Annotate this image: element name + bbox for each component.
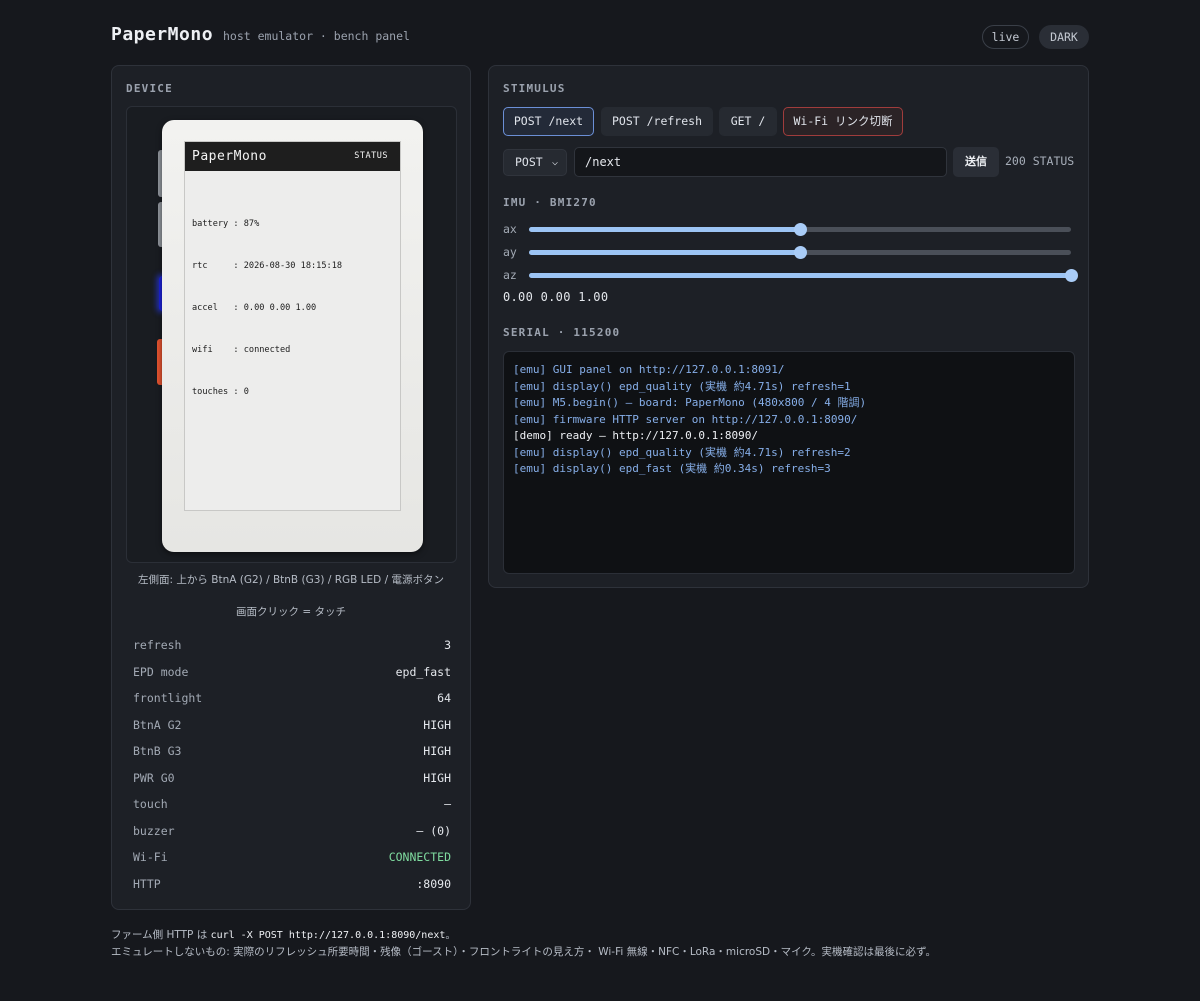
curl-command: curl -X POST http://127.0.0.1:8090/next [210,930,446,941]
imu-slider-ay: ay [503,244,1073,260]
slider-thumb[interactable] [793,246,807,259]
status-key: touch [133,797,168,811]
slider-fill [529,227,800,232]
imu-readout: 0.00 0.00 1.00 [503,290,609,304]
device-preview: PaperMono STATUS battery : 87% rtc : 202… [126,106,457,563]
post-refresh-button[interactable]: POST /refresh [601,107,713,136]
status-row-refresh: refresh 3 [133,632,451,659]
slider-thumb[interactable] [1064,269,1078,282]
status-row-frontlight: frontlight 64 [133,685,451,712]
status-value: HIGH [423,770,451,785]
status-key: BtnB G3 [133,744,182,758]
device-caption: 左側面: 上から BtnA (G2) / BtnB (G3) / RGB LED… [138,574,444,586]
imu-slider-ax: ax [503,221,1073,237]
status-value: 64 [437,691,451,705]
status-value: :8090 [416,876,451,891]
device-panel: DEVICE PaperMono STATUS battery : 87% rt… [111,65,471,910]
stimulus-panel: STIMULUS POST /next POST /refresh GET / … [488,65,1089,588]
footer-prefix: ファーム側 HTTP は [111,929,211,941]
screen-status: STATUS [354,151,388,161]
ax-slider[interactable] [529,223,1071,236]
screen-lines: battery : 87% rtc : 2026-08-30 18:15:18 … [192,189,342,427]
footer-suffix: 。 [445,929,456,941]
screen-line: touches : 0 [192,387,249,397]
status-key: EPD mode [133,664,189,679]
status-row-pwr: PWR G0 HIGH [133,765,451,792]
serial-line: [emu] GUI panel on http://127.0.0.1:8091… [513,363,785,376]
screen-title: PaperMono [192,149,267,164]
screen-line: rtc : 2026-08-30 18:15:18 [192,261,343,271]
status-value: HIGH [423,744,451,758]
chevron-down-icon: ⌵ [551,157,558,168]
wifi-disconnect-button[interactable]: Wi-Fi リンク切断 [783,107,903,136]
send-button[interactable]: 送信 [953,147,999,177]
get-root-button[interactable]: GET / [719,107,777,136]
serial-line: [emu] display() epd_quality (実機 約4.71s) … [513,379,851,393]
imu-slider-az: az [503,267,1078,283]
post-next-button[interactable]: POST /next [503,107,594,136]
epd-screen[interactable]: PaperMono STATUS battery : 87% rtc : 202… [184,141,401,511]
slider-label: ay [503,245,517,259]
status-key: frontlight [133,691,203,705]
live-toggle[interactable]: live [982,25,1029,49]
theme-toggle[interactable]: DARK [1039,25,1089,49]
serial-section-label: SERIAL · 115200 [503,326,621,339]
status-key: HTTP [133,876,161,891]
status-row-wifi: Wi-Fi CONNECTED [133,844,451,871]
status-value: — [444,797,451,811]
screen-line: battery : 87% [192,219,260,229]
device-body: PaperMono STATUS battery : 87% rtc : 202… [162,120,423,552]
status-row-btna: BtnA G2 HIGH [133,712,451,739]
az-slider[interactable] [529,269,1078,282]
serial-line: [emu] display() epd_fast (実機 約0.34s) ref… [513,462,831,475]
status-row-epd-mode: EPD mode epd_fast [133,659,451,686]
slider-label: ax [503,222,517,236]
status-row-buzzer: buzzer — (0) [133,818,451,845]
slider-fill [529,250,800,255]
status-row-touch: touch — [133,791,451,818]
slider-label: az [503,268,517,282]
screen-header: PaperMono STATUS [185,142,400,171]
device-section-label: DEVICE [126,82,173,95]
method-value: POST [515,155,543,169]
imu-section-label: IMU · BMI270 [503,196,597,209]
wifi-status-badge: CONNECTED [388,850,451,864]
footer: ファーム側 HTTP は curl -X POST http://127.0.0… [111,927,936,960]
footer-line-2: エミュレートしないもの: 実際のリフレッシュ所要時間・残像（ゴースト）・フロント… [111,946,937,958]
status-key: buzzer [133,823,175,838]
app-subtitle: host emulator · bench panel [223,29,410,43]
status-table: refresh 3 EPD mode epd_fast frontlight 6… [133,632,451,897]
status-row-http: HTTP :8090 [133,871,451,898]
ay-slider[interactable] [529,246,1071,259]
footer-line-1: ファーム側 HTTP は curl -X POST http://127.0.0… [111,927,936,944]
status-key: Wi-Fi [133,850,168,864]
status-value: epd_fast [395,664,451,679]
status-value: 3 [444,638,451,652]
serial-line: [emu] M5.begin() — board: PaperMono (480… [513,396,867,409]
method-select[interactable]: POST ⌵ [503,149,567,176]
status-row-btnb: BtnB G3 HIGH [133,738,451,765]
status-value: HIGH [423,717,451,732]
slider-fill [529,273,1071,278]
status-value: — (0) [416,823,451,838]
stimulus-section-label: STIMULUS [503,82,566,95]
screen-line: accel : 0.00 0.00 1.00 [192,303,317,313]
status-key: refresh [133,638,182,652]
touch-caption: 画面クリック = タッチ [236,606,346,618]
serial-log[interactable]: [emu] GUI panel on http://127.0.0.1:8091… [503,351,1075,574]
serial-line: [demo] ready — http://127.0.0.1:8090/ [513,429,759,442]
slider-thumb[interactable] [793,223,807,236]
serial-line: [emu] firmware HTTP server on http://127… [513,412,858,426]
app-title: PaperMono [111,24,214,45]
screen-line: wifi : connected [192,345,291,355]
header: PaperMono host emulator · bench panel li… [111,24,1089,50]
status-key: PWR G0 [133,770,175,785]
serial-line: [emu] display() epd_quality (実機 約4.71s) … [513,445,851,459]
path-input[interactable]: /next [574,147,947,177]
response-status: 200 STATUS [1005,154,1075,168]
status-key: BtnA G2 [133,717,182,732]
